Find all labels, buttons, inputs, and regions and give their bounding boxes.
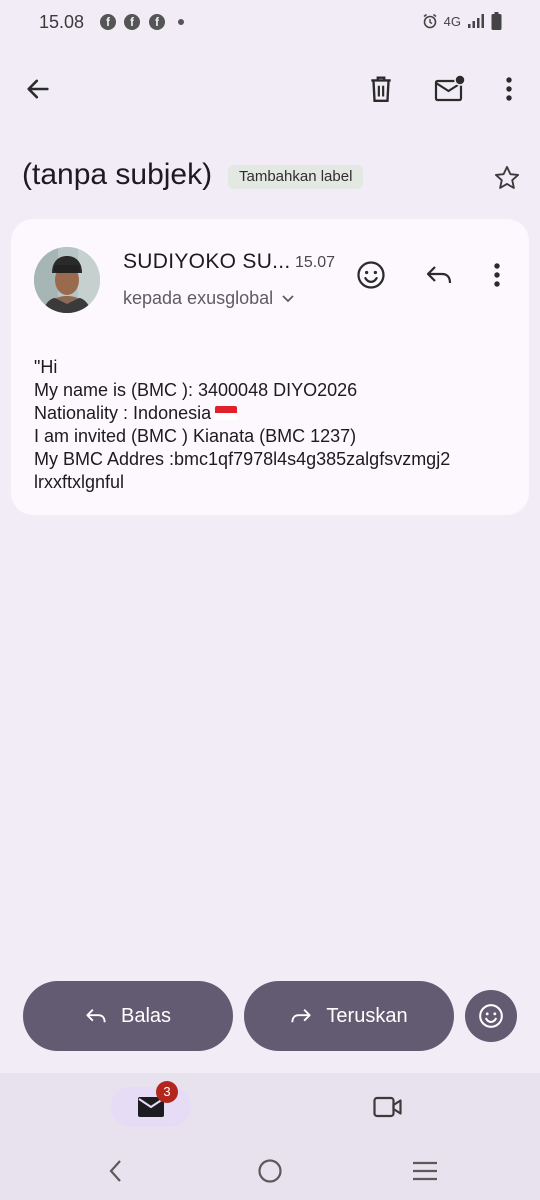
forward-icon (291, 1009, 312, 1023)
system-home-button[interactable] (250, 1155, 290, 1187)
more-options-button[interactable] (486, 66, 532, 112)
status-time: 15.08 (39, 12, 85, 32)
emoji-reaction-button[interactable] (465, 990, 517, 1042)
nav-meet-tab[interactable] (368, 1087, 408, 1127)
chevron-down-icon (282, 294, 294, 302)
add-label-chip[interactable]: Tambahkan label (228, 165, 364, 189)
body-line: "Hi (34, 357, 58, 377)
forward-button[interactable]: Teruskan (244, 981, 454, 1051)
more-vert-icon (506, 77, 512, 101)
star-button[interactable] (486, 157, 528, 199)
unread-count-badge: 3 (156, 1081, 178, 1103)
battery-icon (491, 12, 502, 30)
message-more-button[interactable] (477, 255, 517, 295)
star-outline-icon (494, 165, 520, 189)
reply-button[interactable]: Balas (23, 981, 233, 1051)
reply-icon (426, 266, 452, 284)
signal-icon (468, 14, 484, 28)
recipient-label: kepada exusglobal (123, 288, 274, 308)
more-notifications-dot-icon (178, 19, 184, 25)
smiley-icon (479, 1004, 503, 1028)
body-line: My name is (BMC ): 3400048 DIYO2026 (34, 380, 358, 400)
delete-button[interactable] (358, 66, 404, 112)
body-line: lrxxftxlgnful (34, 472, 125, 492)
more-vert-icon (494, 263, 500, 287)
video-camera-icon (373, 1096, 402, 1118)
back-button[interactable] (15, 66, 61, 112)
nav-mail-tab[interactable]: 3 (111, 1081, 191, 1127)
recents-menu-icon (413, 1161, 437, 1181)
network-type: 4G (443, 13, 461, 29)
forward-button-label: Teruskan (326, 1004, 408, 1027)
system-recents-button[interactable] (405, 1155, 445, 1187)
chevron-left-icon (109, 1160, 121, 1182)
facebook-notification-icon: f (124, 14, 140, 30)
trash-icon (371, 76, 391, 103)
home-circle-icon (258, 1159, 282, 1183)
email-time: 15.07 (295, 254, 336, 271)
body-line-nationality: Nationality : Indonesia (34, 402, 509, 425)
status-indicators: 4G (422, 12, 502, 30)
reply-icon-button[interactable] (419, 255, 459, 295)
body-line: My BMC Addres :bmc1qf7978l4s4g385zalgfsv… (34, 449, 451, 469)
arrow-left-icon (27, 79, 49, 99)
status-bar: 15.08 f f f 4G (0, 0, 540, 46)
smiley-icon (357, 261, 385, 289)
body-line: I am invited (BMC ) Kianata (BMC 1237) (34, 426, 357, 446)
sender-avatar[interactable] (34, 247, 100, 313)
alarm-icon (423, 13, 437, 29)
bottom-navigation: 3 (0, 1073, 540, 1200)
reply-button-label: Balas (120, 1004, 172, 1027)
mail-unread-icon (434, 75, 466, 102)
system-back-button[interactable] (96, 1155, 136, 1187)
body-line: Nationality : Indonesia (34, 403, 212, 423)
email-body: "Hi My name is (BMC ): 3400048 DIYO2026 … (34, 356, 509, 494)
react-emoji-button[interactable] (351, 255, 391, 295)
email-subject: (tanpa subjek) (22, 158, 213, 191)
email-card: SUDIYOKO SU... 15.07 kepada exusglobal "… (11, 219, 529, 515)
sender-name: SUDIYOKO SU... (123, 250, 291, 273)
indonesia-flag-icon (215, 406, 238, 420)
mark-unread-button[interactable] (427, 66, 473, 112)
reply-icon (86, 1009, 106, 1023)
facebook-notification-icon: f (100, 14, 116, 30)
recipient-details[interactable]: kepada exusglobal (123, 288, 295, 309)
facebook-notification-icon: f (149, 14, 165, 30)
